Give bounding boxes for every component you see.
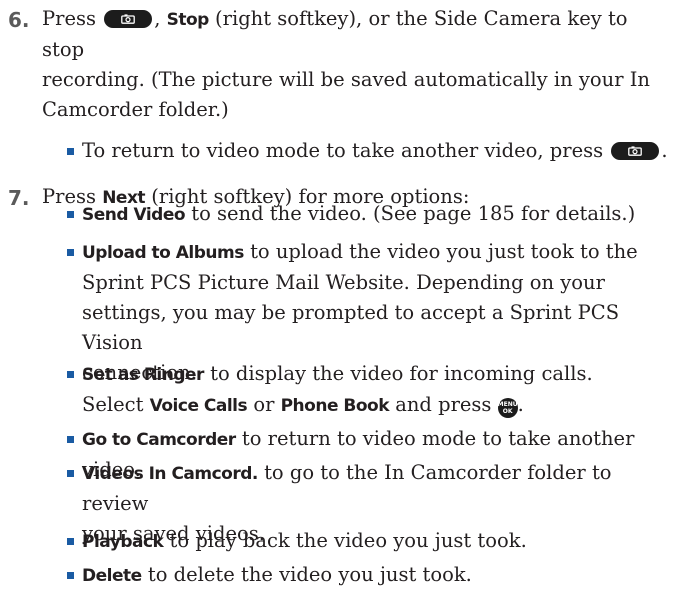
step-6-line-2: recording. (The picture will be saved au… [42, 68, 650, 91]
menu-ok-key-icon: MENU OK [497, 398, 518, 418]
bullet-marker [67, 470, 74, 477]
step-6-text: Press , Stop (right softkey), or the Sid… [42, 4, 666, 125]
stop-softkey-label: Stop [166, 10, 210, 30]
option-send-video: Send Video to send the video. (See page … [67, 199, 674, 230]
bullet-marker [67, 148, 74, 155]
bullet-marker [67, 538, 74, 545]
phone-book-label: Phone Book [280, 396, 390, 416]
step-6-line-3: Camcorder folder.) [42, 98, 229, 121]
option-delete: Delete to delete the video you just took… [67, 560, 674, 591]
bullet-marker [67, 436, 74, 443]
step-6-bullet: To return to video mode to take another … [67, 136, 674, 166]
camera-key-icon [611, 142, 660, 160]
camera-key-icon [104, 10, 153, 28]
voice-calls-label: Voice Calls [149, 396, 248, 416]
bullet-marker [67, 211, 74, 218]
manual-page: 6. Press , Stop (right softkey), or the … [0, 0, 680, 586]
option-set-as-ringer: Set as Ringer to display the video for i… [67, 359, 674, 421]
option-playback: Playback to play back the video you just… [67, 526, 674, 557]
bullet-marker [67, 249, 74, 256]
step-6-line-1: Press , Stop (right softkey), or the Sid… [42, 7, 628, 61]
step-number: 7. [8, 186, 30, 210]
bullet-marker [67, 371, 74, 378]
step-number: 6. [8, 8, 30, 32]
